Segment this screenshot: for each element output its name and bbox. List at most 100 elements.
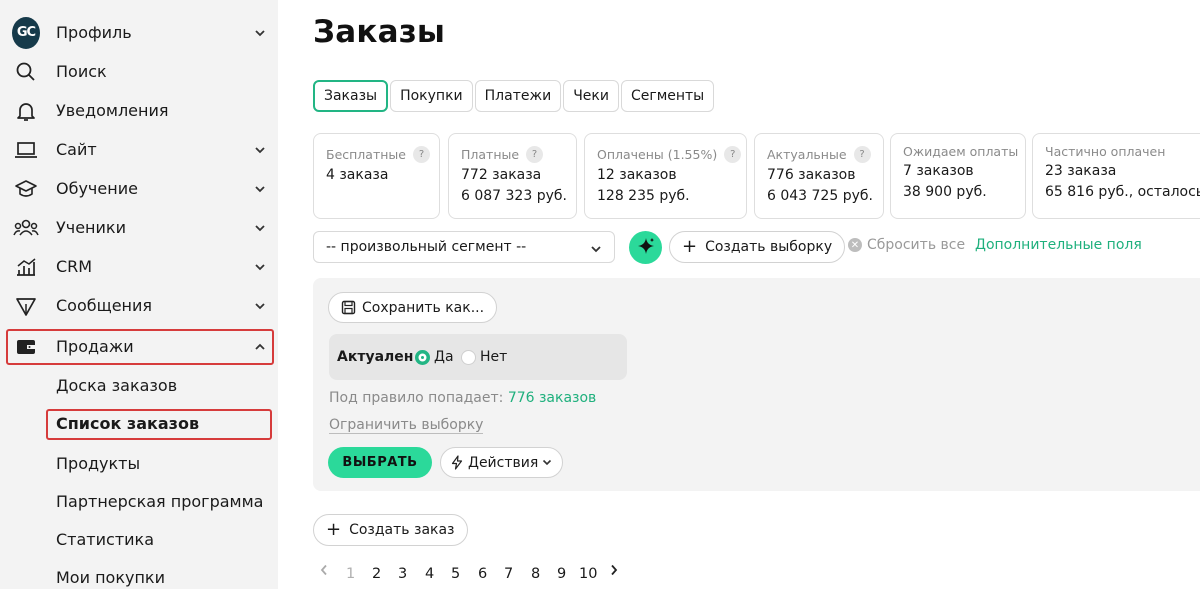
more-fields-link[interactable]: Дополнительные поля: [975, 237, 1142, 253]
sidebar-item-profile[interactable]: GC Профиль: [0, 13, 278, 52]
select-button[interactable]: ВЫБРАТЬ: [328, 447, 432, 478]
pagination-page[interactable]: 6: [478, 566, 487, 582]
send-icon: [12, 292, 40, 320]
sidebar-subitem-products[interactable]: Продукты: [56, 454, 140, 473]
chevron-up-icon: [253, 340, 267, 354]
stat-count: 7 заказов: [903, 163, 974, 179]
save-icon: [341, 300, 356, 315]
save-as-button[interactable]: Сохранить как...: [328, 292, 498, 323]
sidebar-item-label: Сообщения: [56, 296, 153, 315]
stat-count: 23 заказа: [1045, 163, 1117, 179]
chart-icon: [12, 253, 40, 281]
sidebar-item-messages[interactable]: Сообщения: [0, 286, 278, 325]
stat-label: Частично оплачен: [1045, 144, 1166, 159]
stat-label-text: Бесплатные: [326, 147, 406, 162]
tab-payments[interactable]: Платежи: [474, 80, 562, 112]
pagination-page[interactable]: 2: [372, 566, 381, 582]
actions-label: Действия: [468, 454, 539, 471]
sidebar-item-label: Поиск: [56, 62, 107, 81]
plus-icon: +: [326, 519, 342, 540]
chevron-down-icon: [253, 182, 267, 196]
sidebar-subitem-orders-board[interactable]: Доска заказов: [56, 376, 177, 395]
stat-label: Ожидаем оплаты: [903, 144, 1019, 159]
sidebar-item-label: Продажи: [56, 337, 134, 356]
stat-count: 776 заказов: [767, 167, 856, 183]
sidebar-item-search[interactable]: Поиск: [0, 52, 278, 91]
tab-segments[interactable]: Сегменты: [620, 80, 715, 112]
reset-all-label: Сбросить все: [867, 237, 966, 253]
stat-count: 4 заказа: [326, 167, 389, 183]
plus-icon: +: [682, 236, 698, 257]
tab-receipts[interactable]: Чеки: [563, 80, 619, 112]
create-selection-button[interactable]: + Создать выборку: [669, 231, 846, 263]
sidebar-item-sales[interactable]: Продажи: [0, 327, 278, 366]
radio-no[interactable]: [461, 350, 476, 365]
stat-label: Оплачены (1.55%)?: [597, 146, 746, 163]
sidebar-item-crm[interactable]: CRM: [0, 247, 278, 286]
sidebar-item-label: Сайт: [56, 140, 97, 159]
radio-yes[interactable]: [415, 350, 430, 365]
tab-orders[interactable]: Заказы: [313, 80, 389, 112]
rule-count-value[interactable]: 776 заказов: [508, 390, 597, 406]
chevron-down-icon: [253, 143, 267, 157]
sidebar-item-learning[interactable]: Обучение: [0, 169, 278, 208]
chevron-down-icon: [253, 260, 267, 274]
lightning-icon: [451, 455, 463, 470]
pagination-page[interactable]: 9: [557, 566, 566, 582]
stat-card-partially-paid[interactable]: Частично оплачен 23 заказа 65 816 руб., …: [1032, 133, 1200, 219]
tabs: Заказы Покупки Платежи Чеки Сегменты: [313, 80, 715, 112]
sidebar-item-label: CRM: [56, 257, 93, 276]
pagination-page[interactable]: 3: [398, 566, 407, 582]
stat-label-text: Актуальные: [767, 147, 847, 162]
create-order-label: Создать заказ: [349, 522, 455, 538]
tab-purchases[interactable]: Покупки: [390, 80, 473, 112]
stat-card-actual[interactable]: Актуальные? 776 заказов 6 043 725 руб.: [754, 133, 884, 219]
stat-card-free[interactable]: Бесплатные? 4 заказа: [313, 133, 440, 219]
ai-sparkle-button[interactable]: [629, 231, 662, 264]
stat-count: 772 заказа: [461, 167, 542, 183]
pagination-page[interactable]: 10: [579, 566, 597, 582]
bell-icon: [12, 97, 40, 125]
sidebar-subitem-partner-program[interactable]: Партнерская программа: [56, 492, 263, 511]
stat-sum: 6 043 725 руб.: [767, 188, 873, 204]
sidebar-item-students[interactable]: Ученики: [0, 208, 278, 247]
pagination-next-icon[interactable]: [610, 564, 618, 580]
reset-all-button[interactable]: ✕ Сбросить все: [848, 237, 965, 253]
pagination-page[interactable]: 4: [425, 566, 434, 582]
sidebar-item-site[interactable]: Сайт: [0, 130, 278, 169]
stat-card-awaiting-payment[interactable]: Ожидаем оплаты 7 заказов 38 900 руб.: [890, 133, 1026, 219]
chevron-down-icon: [253, 26, 267, 40]
chevron-down-icon: [542, 459, 552, 466]
sidebar-subitem-orders-list[interactable]: Список заказов: [56, 414, 199, 433]
sidebar-item-notifications[interactable]: Уведомления: [0, 91, 278, 130]
pagination-page[interactable]: 5: [451, 566, 460, 582]
sidebar-item-label: Уведомления: [56, 101, 169, 120]
stat-card-paid[interactable]: Платные? 772 заказа 6 087 323 руб.: [448, 133, 577, 219]
segment-select[interactable]: -- произвольный сегмент --: [313, 231, 615, 263]
search-icon: [12, 58, 40, 86]
chevron-down-icon: [253, 221, 267, 235]
stat-sum: 65 816 руб., осталось: [1045, 184, 1200, 200]
sidebar-subitem-my-purchases[interactable]: Мои покупки: [56, 568, 165, 587]
stat-card-paid-off[interactable]: Оплачены (1.55%)? 12 заказов 128 235 руб…: [584, 133, 747, 219]
chevron-down-icon: [590, 241, 602, 257]
segment-select-value: -- произвольный сегмент --: [326, 239, 527, 255]
users-icon: [12, 214, 40, 242]
help-icon[interactable]: ?: [526, 146, 544, 163]
sparkle-icon: [636, 236, 656, 260]
pagination-prev-icon[interactable]: [320, 564, 328, 580]
pagination-page[interactable]: 7: [504, 566, 513, 582]
chevron-down-icon: [253, 299, 267, 313]
help-icon[interactable]: ?: [853, 146, 871, 163]
save-as-label: Сохранить как...: [362, 299, 485, 316]
limit-selection-link[interactable]: Ограничить выборку: [329, 417, 484, 434]
actions-button[interactable]: Действия: [440, 447, 564, 478]
pagination-page[interactable]: 8: [531, 566, 540, 582]
graduation-cap-icon: [12, 175, 40, 203]
create-order-button[interactable]: + Создать заказ: [313, 514, 468, 546]
help-icon[interactable]: ?: [724, 146, 742, 163]
stat-sum: 6 087 323 руб.: [461, 188, 567, 204]
sidebar-subitem-statistics[interactable]: Статистика: [56, 530, 154, 549]
pagination-page[interactable]: 1: [346, 566, 355, 582]
help-icon[interactable]: ?: [412, 146, 430, 163]
